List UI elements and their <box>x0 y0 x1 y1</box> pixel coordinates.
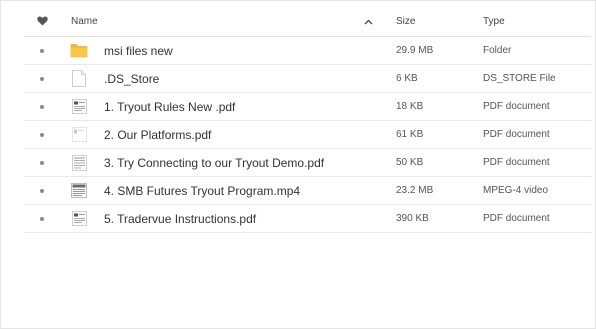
file-type: MPEG-4 video <box>483 185 549 196</box>
file-name[interactable]: msi files new <box>104 37 173 64</box>
table-row[interactable]: msi files new 29.9 MB Folder <box>24 37 591 65</box>
heart-icon <box>36 13 48 31</box>
table-row[interactable]: 5. Tradervue Instructions.pdf 390 KB PDF… <box>24 205 591 233</box>
favorite-toggle[interactable] <box>24 93 60 120</box>
file-name[interactable]: .DS_Store <box>104 65 159 92</box>
video-thumbnail-icon <box>67 177 91 204</box>
file-icon <box>67 65 91 92</box>
pdf-thumbnail-icon <box>67 93 91 120</box>
file-size: 23.2 MB <box>396 185 434 196</box>
dot-icon <box>40 48 44 53</box>
size-column-header[interactable]: Size <box>396 7 415 36</box>
dot-icon <box>40 132 44 137</box>
type-column-header[interactable]: Type <box>483 7 505 36</box>
file-size: 61 KB <box>396 129 424 140</box>
table-header: Name Size Type <box>24 7 591 37</box>
file-type: PDF document <box>483 157 550 168</box>
file-name[interactable]: 3. Try Connecting to our Tryout Demo.pdf <box>104 149 324 176</box>
dot-icon <box>40 160 44 165</box>
pdf-thumbnail-icon <box>67 205 91 232</box>
dot-icon <box>40 76 44 81</box>
favorite-toggle[interactable] <box>24 37 60 64</box>
file-size: 50 KB <box>396 157 424 168</box>
file-type: PDF document <box>483 213 550 224</box>
file-name[interactable]: 2. Our Platforms.pdf <box>104 121 211 148</box>
file-type: PDF document <box>483 101 550 112</box>
file-list-table: Name Size Type msi files new 29.9 MB Fol… <box>24 7 591 233</box>
favorite-toggle[interactable] <box>24 121 60 148</box>
file-name[interactable]: 1. Tryout Rules New .pdf <box>104 93 235 120</box>
file-size: 390 KB <box>396 213 429 224</box>
table-row[interactable]: .DS_Store 6 KB DS_STORE File <box>24 65 591 93</box>
dot-icon <box>40 104 44 109</box>
pdf-thumbnail-icon <box>67 121 91 148</box>
dot-icon <box>40 188 44 193</box>
favorite-toggle[interactable] <box>24 149 60 176</box>
name-column-header[interactable]: Name <box>71 7 98 36</box>
file-name[interactable]: 5. Tradervue Instructions.pdf <box>104 205 256 232</box>
favorite-toggle[interactable] <box>24 177 60 204</box>
file-type: Folder <box>483 45 512 56</box>
table-row[interactable]: 4. SMB Futures Tryout Program.mp4 23.2 M… <box>24 177 591 205</box>
file-type: PDF document <box>483 129 550 140</box>
pdf-thumbnail-icon <box>67 149 91 176</box>
table-row[interactable]: 2. Our Platforms.pdf 61 KB PDF document <box>24 121 591 149</box>
favorite-toggle[interactable] <box>24 205 60 232</box>
file-browser-window: Name Size Type msi files new 29.9 MB Fol… <box>0 0 596 329</box>
dot-icon <box>40 216 44 221</box>
file-size: 29.9 MB <box>396 45 434 56</box>
file-size: 6 KB <box>396 73 418 84</box>
file-name[interactable]: 4. SMB Futures Tryout Program.mp4 <box>104 177 300 204</box>
favorite-toggle[interactable] <box>24 65 60 92</box>
table-row[interactable]: 1. Tryout Rules New .pdf 18 KB PDF docum… <box>24 93 591 121</box>
table-row[interactable]: 3. Try Connecting to our Tryout Demo.pdf… <box>24 149 591 177</box>
chevron-up-icon[interactable] <box>364 7 373 36</box>
folder-icon <box>67 37 91 64</box>
file-size: 18 KB <box>396 101 424 112</box>
favorite-column-header[interactable] <box>24 7 60 36</box>
file-type: DS_STORE File <box>483 73 556 84</box>
